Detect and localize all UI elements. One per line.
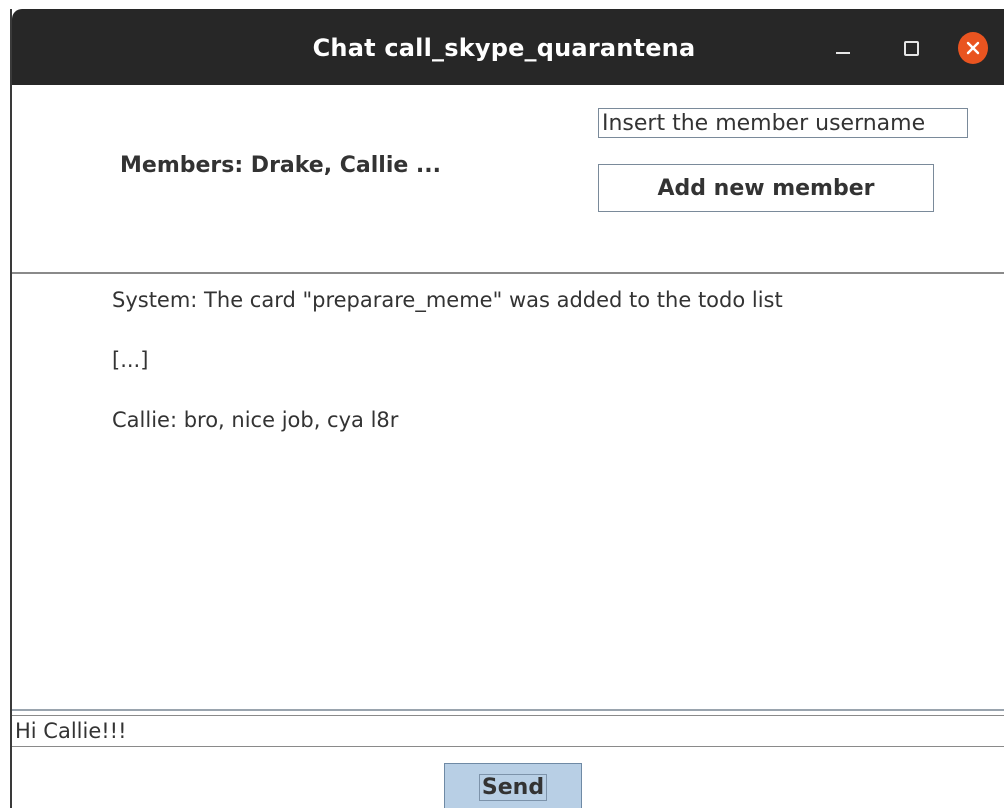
close-icon [958,32,988,64]
close-button[interactable] [958,32,988,64]
chat-window: Chat call_skype_quarantena Members: Drak… [10,9,1004,808]
members-label: Members: Drake, Callie ... [120,153,442,178]
chat-message: [...] [112,348,149,372]
chat-message: System: The card "preparare_meme" was ad… [112,288,783,312]
members-panel: Members: Drake, Callie ... Add new membe… [12,85,1004,272]
add-new-member-button[interactable]: Add new member [598,164,934,212]
send-button-label: Send [478,773,548,801]
message-input[interactable] [12,715,1004,747]
title-bar[interactable]: Chat call_skype_quarantena [12,9,1004,85]
minimize-button[interactable] [828,33,858,63]
composer-divider [12,709,1004,711]
maximize-icon [903,40,919,56]
chat-message: Callie: bro, nice job, cya l8r [112,408,399,432]
chat-history[interactable]: System: The card "preparare_meme" was ad… [12,274,1004,708]
maximize-button[interactable] [896,33,926,63]
send-button[interactable]: Send [444,763,582,808]
minimize-icon [836,52,850,54]
member-username-input[interactable] [598,108,968,138]
